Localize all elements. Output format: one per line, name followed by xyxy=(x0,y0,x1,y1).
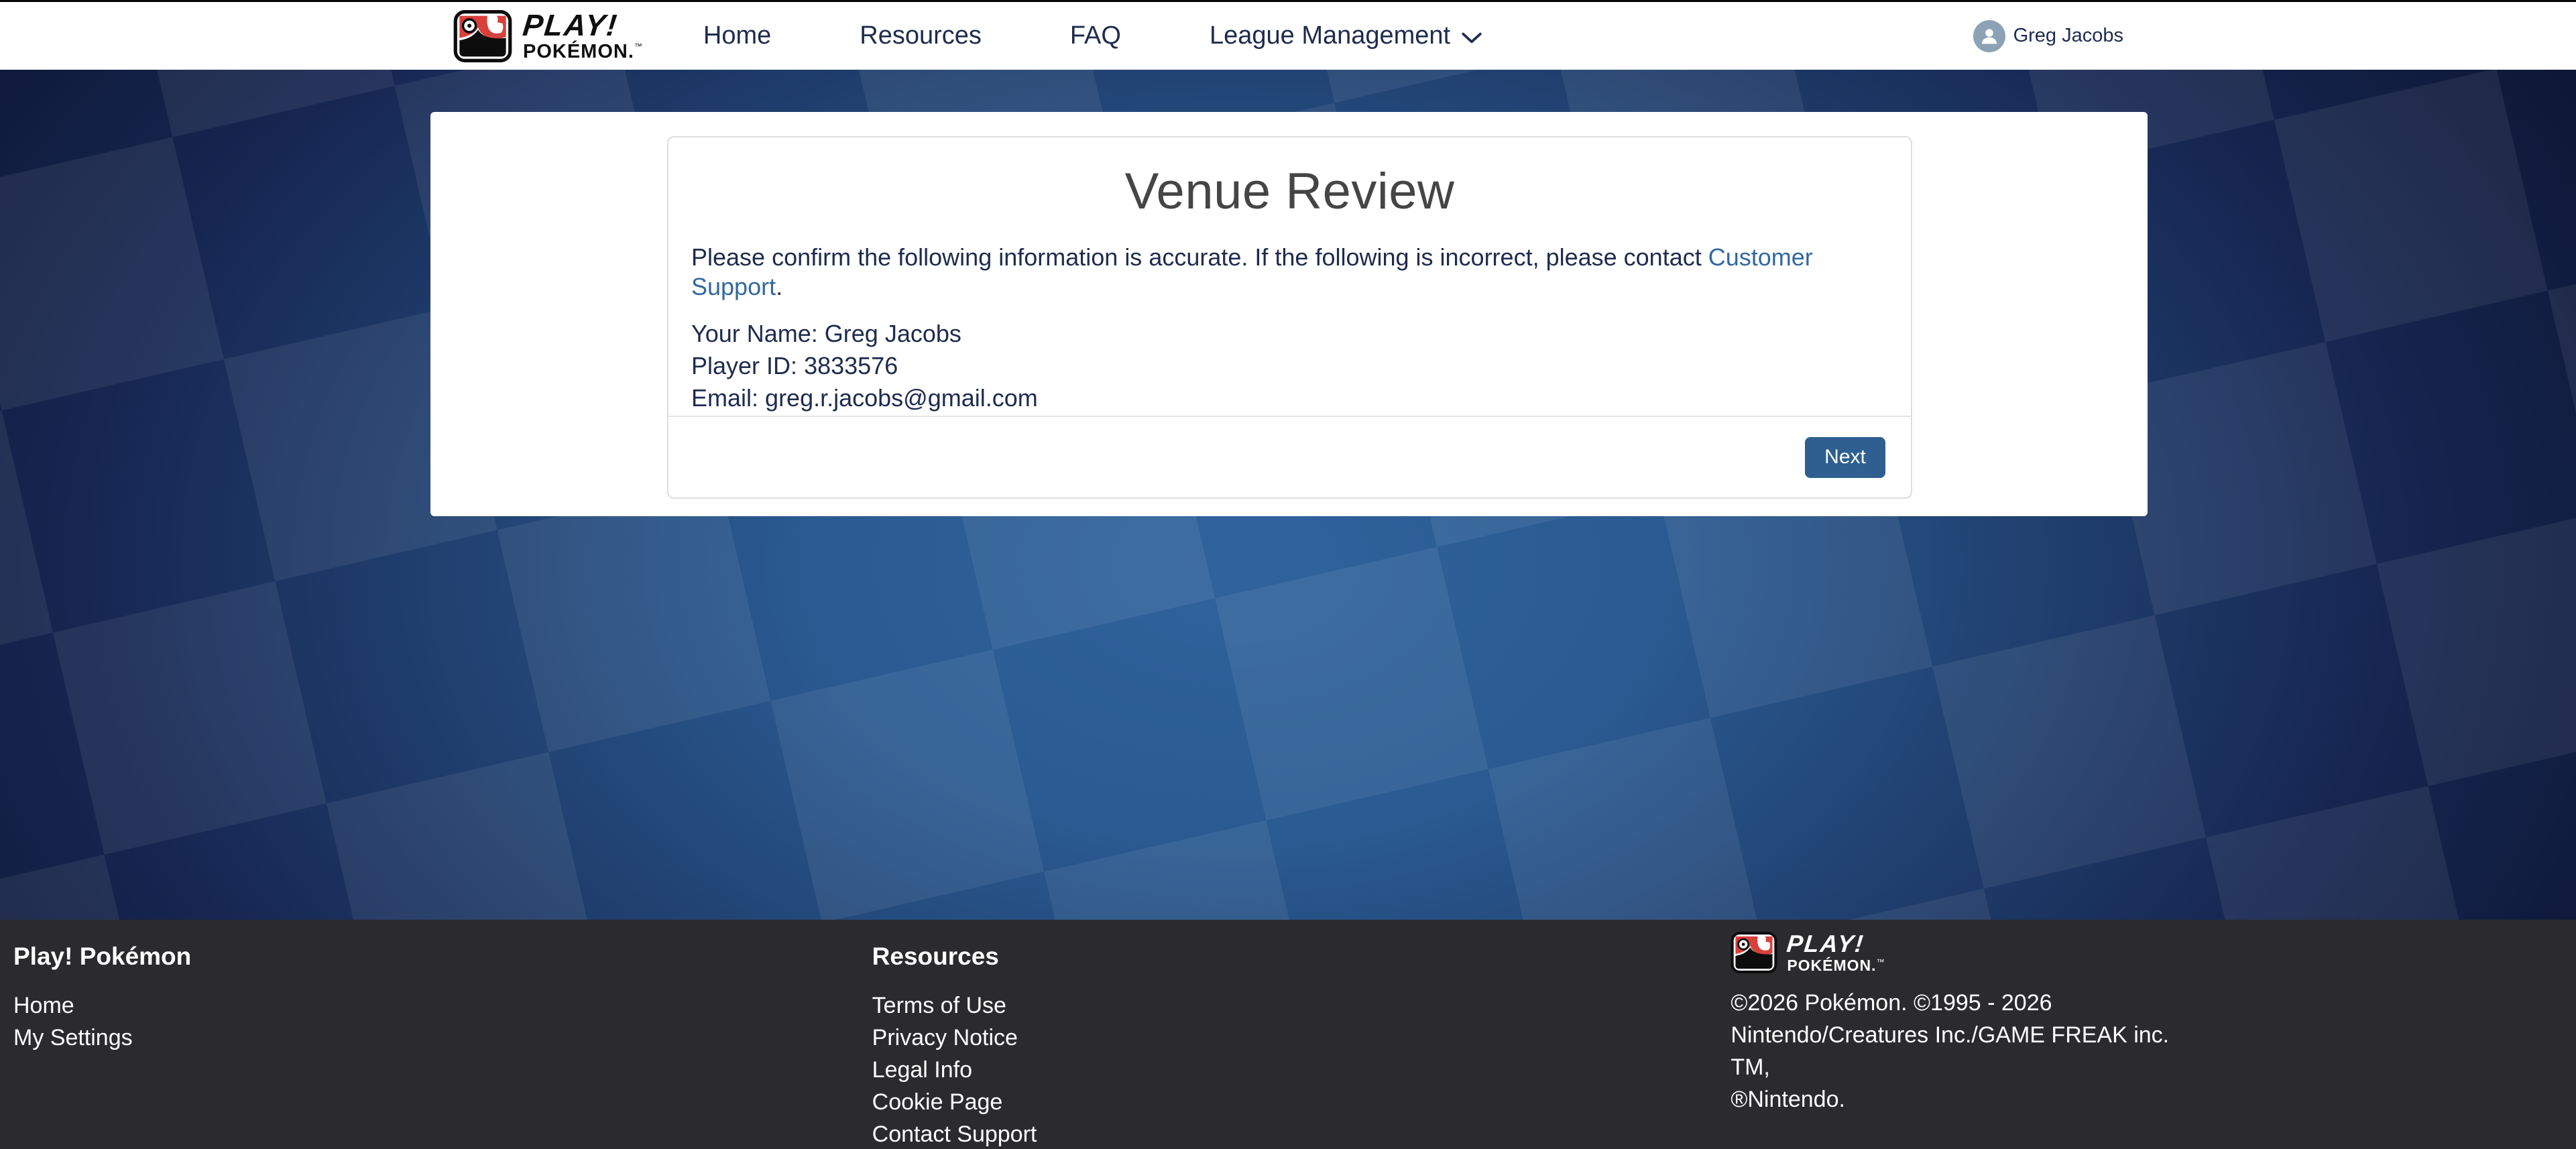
nav-faq[interactable]: FAQ xyxy=(1070,21,1121,50)
footer-column-legal: PLAY! POKÉMON.™ ©2026 Pokémon. ©1995 - 2… xyxy=(1717,932,2576,1149)
play-pokemon-logo[interactable]: PLAY! POKÉMON.™ xyxy=(453,10,643,62)
footer-link-home[interactable]: Home xyxy=(13,989,74,1022)
play-pokemon-icon xyxy=(1731,932,1777,973)
site-footer: Play! Pokémon Home My Settings Resources… xyxy=(0,920,2576,1149)
trademark-symbol: ™ xyxy=(1877,957,1885,967)
venue-review-card: Venue Review Please confirm the followin… xyxy=(667,136,1912,499)
footer-heading-play-pokemon: Play! Pokémon xyxy=(13,943,859,971)
brand-pokemon-text: POKÉMON.™ xyxy=(523,42,643,62)
footer-heading-resources: Resources xyxy=(872,943,1718,971)
nav-home[interactable]: Home xyxy=(703,21,771,50)
page: PLAY! POKÉMON.™ Home Resources FAQ Leagu… xyxy=(0,0,2576,1149)
brand-play-text: PLAY! xyxy=(1785,932,1886,956)
chevron-down-icon xyxy=(1461,32,1482,45)
email-row: Email: greg.r.jacobs@gmail.com xyxy=(691,382,1888,414)
card-footer: Next xyxy=(668,416,1911,497)
main-navigation: Home Resources FAQ League Management xyxy=(703,21,1482,50)
footer-play-pokemon-logo: PLAY! POKÉMON.™ xyxy=(1731,932,2576,973)
player-id-row: Player ID: 3833576 xyxy=(691,350,1888,382)
content-panel: Venue Review Please confirm the followin… xyxy=(430,112,2148,516)
footer-link-my-settings[interactable]: My Settings xyxy=(13,1022,133,1054)
your-name-value: Greg Jacobs xyxy=(825,320,961,347)
footer-link-cookie-page[interactable]: Cookie Page xyxy=(872,1086,1003,1118)
play-pokemon-icon xyxy=(453,10,512,62)
footer-link-privacy-notice[interactable]: Privacy Notice xyxy=(872,1022,1018,1054)
trademark-symbol: ™ xyxy=(634,42,643,51)
top-navbar: PLAY! POKÉMON.™ Home Resources FAQ Leagu… xyxy=(0,0,2576,70)
user-name: Greg Jacobs xyxy=(2013,25,2123,47)
footer-column-play-pokemon: Play! Pokémon Home My Settings xyxy=(0,940,859,1149)
page-title: Venue Review xyxy=(668,162,1911,221)
nav-resources[interactable]: Resources xyxy=(860,21,982,50)
footer-link-legal-info[interactable]: Legal Info xyxy=(872,1054,972,1086)
next-button[interactable]: Next xyxy=(1805,437,1885,478)
footer-link-contact-support[interactable]: Contact Support xyxy=(872,1118,1037,1149)
footer-link-terms-of-use[interactable]: Terms of Use xyxy=(872,989,1006,1022)
your-name-row: Your Name: Greg Jacobs xyxy=(691,318,1888,350)
nav-league-management[interactable]: League Management xyxy=(1210,21,1482,50)
page-background: Venue Review Please confirm the followin… xyxy=(0,70,2576,920)
confirmation-text: Please confirm the following information… xyxy=(691,243,1888,300)
email-value: greg.r.jacobs@gmail.com xyxy=(765,384,1038,412)
player-info: Your Name: Greg Jacobs Player ID: 383357… xyxy=(691,318,1888,414)
player-id-value: 3833576 xyxy=(804,352,898,379)
copyright-text: ©2026 Pokémon. ©1995 - 2026 Nintendo/Cre… xyxy=(1731,987,2200,1115)
brand-pokemon-text: POKÉMON.™ xyxy=(1787,958,1885,973)
user-menu[interactable]: Greg Jacobs xyxy=(1973,20,2123,52)
person-icon xyxy=(1978,25,2001,48)
brand-play-text: PLAY! xyxy=(522,10,645,40)
footer-column-resources: Resources Terms of Use Privacy Notice Le… xyxy=(859,940,1718,1149)
avatar xyxy=(1973,20,2005,52)
